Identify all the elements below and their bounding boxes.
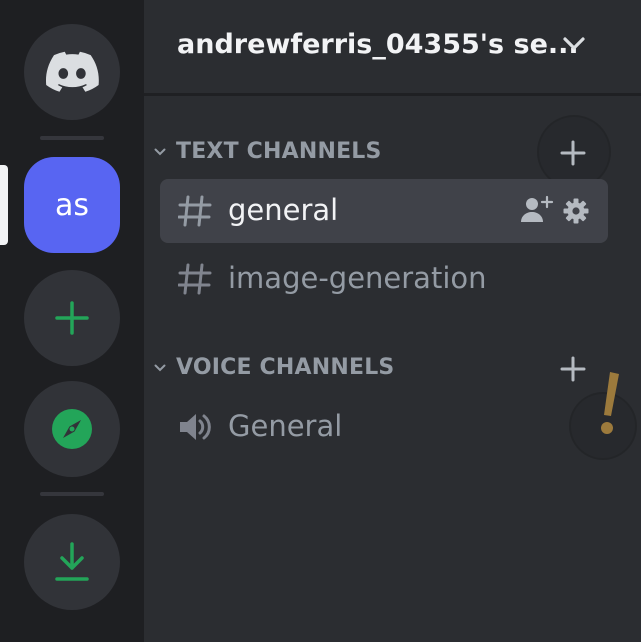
category-voice-channels[interactable]: VOICE CHANNELS bbox=[144, 354, 641, 384]
channel-name: General bbox=[228, 409, 343, 443]
channel-sidebar: andrewferris_04355's se... TEXT CHANNELS… bbox=[144, 0, 641, 642]
hash-icon bbox=[178, 195, 212, 227]
gear-icon[interactable] bbox=[563, 198, 589, 224]
compass-icon bbox=[52, 409, 92, 449]
create-channel-icon[interactable] bbox=[560, 140, 586, 166]
server-rail: as bbox=[0, 0, 144, 642]
server-name: andrewferris_04355's se... bbox=[177, 29, 579, 60]
category-text-channels[interactable]: TEXT CHANNELS bbox=[144, 115, 641, 189]
category-label: TEXT CHANNELS bbox=[176, 139, 382, 164]
rail-separator bbox=[40, 136, 104, 140]
server-icon-button[interactable]: as bbox=[24, 157, 120, 253]
speaker-icon bbox=[180, 414, 211, 440]
download-apps-button[interactable] bbox=[24, 514, 120, 610]
channel-name: general bbox=[228, 193, 339, 227]
chevron-down-icon bbox=[154, 148, 166, 156]
invite-user-icon[interactable] bbox=[520, 195, 554, 223]
channel-item-image-generation[interactable]: image-generation bbox=[160, 247, 608, 311]
rail-separator bbox=[40, 492, 104, 496]
plus-icon bbox=[55, 301, 89, 335]
channel-item-voice-general[interactable]: General bbox=[160, 395, 608, 459]
discord-logo-icon bbox=[45, 51, 99, 92]
create-channel-icon[interactable] bbox=[560, 356, 586, 382]
server-header[interactable]: andrewferris_04355's se... bbox=[144, 0, 641, 96]
add-server-button[interactable] bbox=[24, 270, 120, 366]
chevron-down-icon bbox=[154, 364, 166, 372]
hash-icon bbox=[178, 263, 212, 295]
server-initials: as bbox=[54, 187, 89, 223]
category-label: VOICE CHANNELS bbox=[176, 355, 395, 380]
explore-servers-button[interactable] bbox=[24, 381, 120, 477]
download-icon bbox=[55, 542, 89, 581]
channel-name: image-generation bbox=[228, 261, 487, 295]
channel-item-general[interactable]: general bbox=[160, 179, 608, 243]
selected-server-indicator bbox=[0, 165, 8, 245]
chevron-down-icon bbox=[563, 37, 585, 50]
exclamation-icon bbox=[601, 372, 619, 434]
home-button[interactable] bbox=[24, 24, 120, 120]
